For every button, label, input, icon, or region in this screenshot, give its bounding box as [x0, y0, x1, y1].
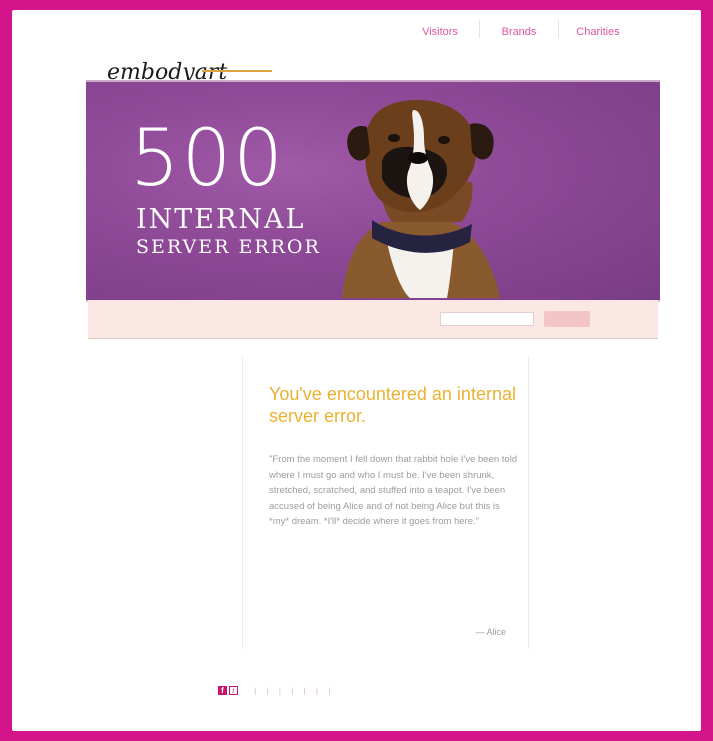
top-navigation: Visitors Brands Charities [401, 20, 637, 38]
error-banner: 500 INTERNAL SERVER ERROR [86, 80, 660, 302]
footer-links: f t | | | | | | | [218, 686, 339, 695]
footer-separator: | [278, 686, 282, 695]
error-title-line2: SERVER ERROR [136, 236, 321, 258]
search-strip [88, 300, 658, 339]
error-quote: "From the moment I fell down that rabbit… [269, 454, 518, 527]
error-content: You've encountered an internal server er… [242, 357, 529, 649]
error-heading: You've encountered an internal server er… [269, 384, 516, 426]
footer-separator: | [254, 686, 257, 695]
footer-separator: | [303, 686, 306, 695]
nav-visitors-link[interactable]: Visitors [405, 26, 475, 38]
facebook-icon[interactable]: f [218, 686, 227, 695]
nav-charities[interactable]: Charities [558, 20, 637, 38]
page-frame: Visitors Brands Charities embodyart 500 … [12, 10, 701, 731]
nav-charities-link[interactable]: Charities [563, 26, 633, 38]
nav-brands[interactable]: Brands [479, 20, 558, 38]
nav-brands-link[interactable]: Brands [484, 26, 554, 38]
quote-signature: — Alice [475, 627, 506, 637]
footer-separator: | [315, 686, 319, 695]
error-code: 500 [130, 114, 285, 204]
logo-swash [202, 70, 272, 72]
strip-input[interactable] [440, 312, 534, 326]
footer-separator: | [266, 686, 269, 695]
footer-separator: | [328, 686, 331, 695]
footer-separator: | [291, 686, 294, 695]
nav-visitors[interactable]: Visitors [401, 20, 479, 38]
twitter-icon[interactable]: t [229, 686, 238, 695]
boxer-dog-image [342, 100, 500, 298]
strip-submit-button[interactable] [544, 311, 590, 327]
error-title-line1: INTERNAL [136, 204, 306, 235]
